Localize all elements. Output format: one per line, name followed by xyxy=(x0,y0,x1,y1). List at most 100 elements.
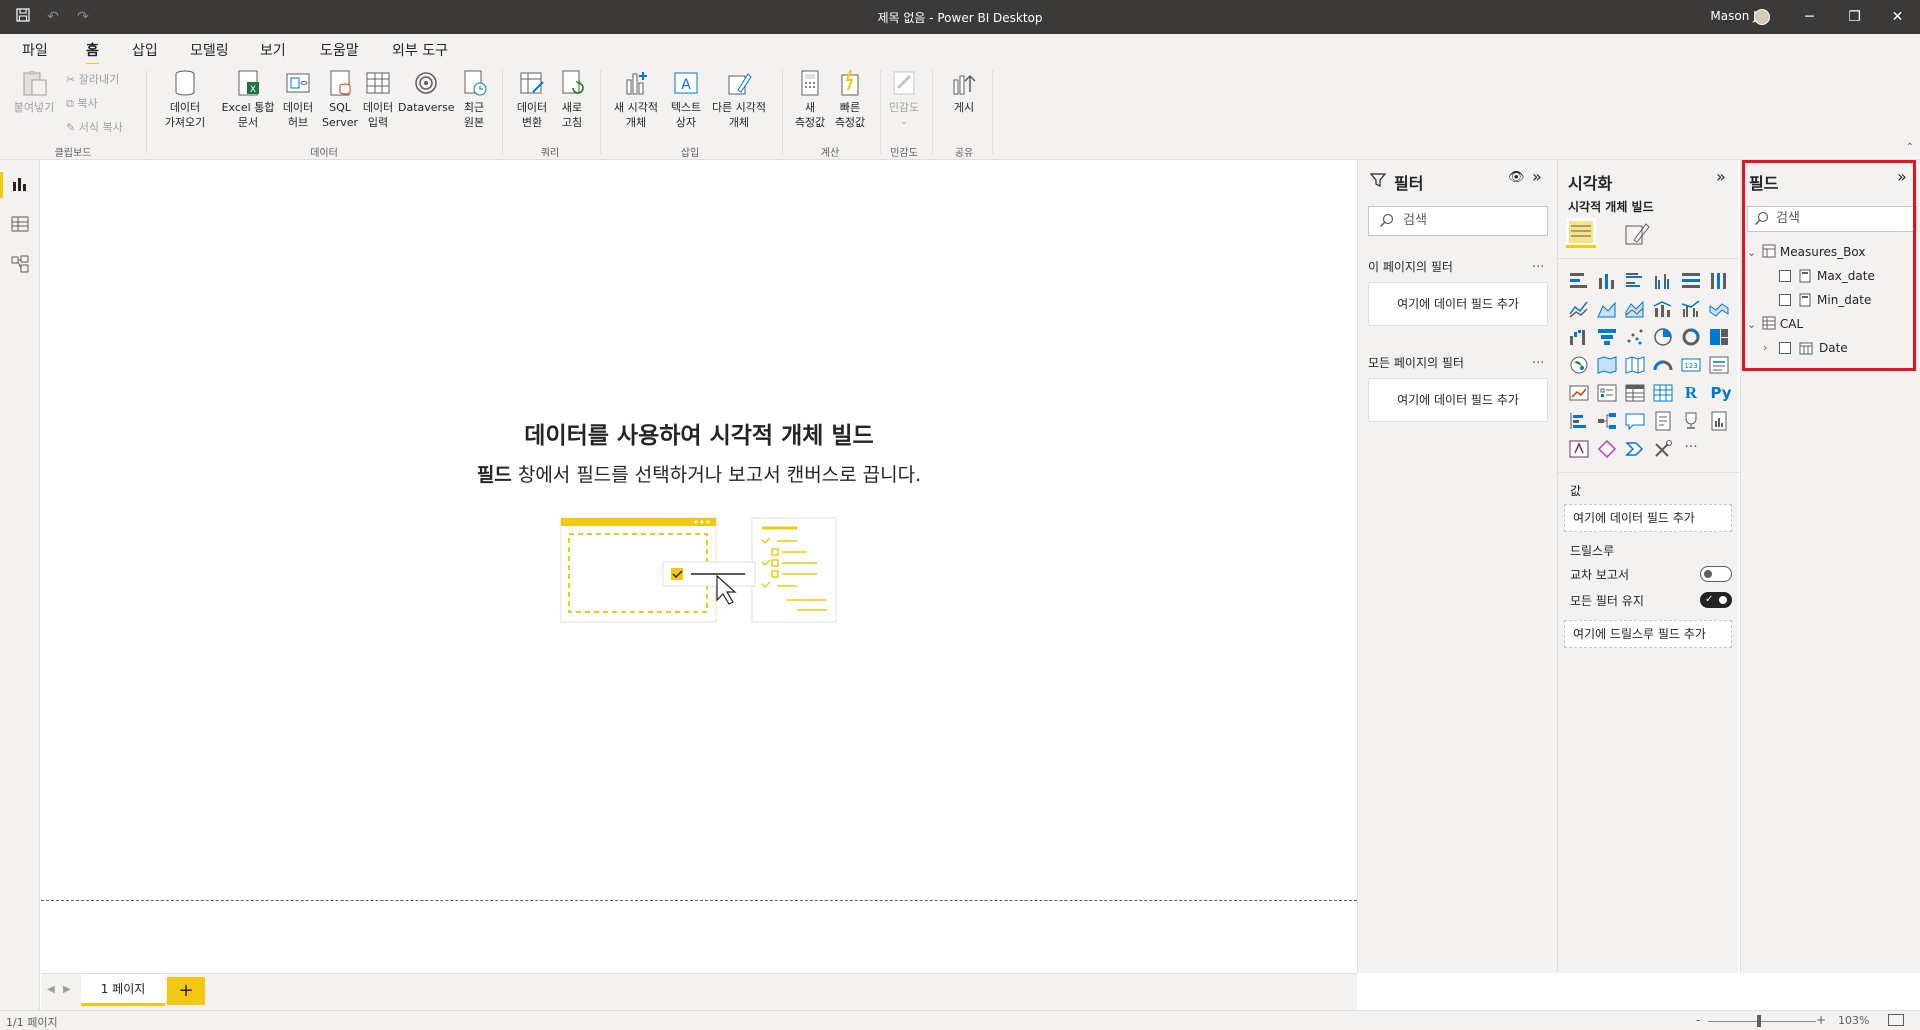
ribbon-chart-icon[interactable] xyxy=(1708,298,1730,320)
textbox-button[interactable]: A 텍스트 상자 xyxy=(666,68,706,130)
key-influencers-icon[interactable] xyxy=(1568,410,1590,432)
avatar[interactable] xyxy=(1754,9,1770,25)
menu-insert[interactable]: 삽입 xyxy=(132,40,158,60)
excel-workbook-button[interactable]: X Excel 통합 문서 xyxy=(218,68,278,130)
quick-measure-button[interactable]: 빠른 측정값 xyxy=(830,68,870,130)
filled-map-icon[interactable] xyxy=(1596,354,1618,376)
recent-sources-button[interactable]: 최근 원본 xyxy=(454,68,494,130)
multi-row-card-icon[interactable] xyxy=(1708,354,1730,376)
collapse-visualizations-icon[interactable]: » xyxy=(1716,167,1726,186)
all-pages-filter-dropzone[interactable]: 여기에 데이터 필드 추가 xyxy=(1368,378,1548,422)
sql-server-button[interactable]: SQL Server xyxy=(320,68,360,130)
transform-data-button[interactable]: 데이터 변환 xyxy=(510,68,554,130)
line-and-stacked-column-icon[interactable] xyxy=(1652,298,1674,320)
new-measure-button[interactable]: 새 측정값 xyxy=(790,68,830,130)
add-page-button[interactable]: + xyxy=(167,977,205,1005)
r-script-visual-icon[interactable]: R xyxy=(1680,382,1702,404)
all-pages-more-icon[interactable]: ... xyxy=(1532,352,1544,367)
card-icon[interactable]: 123 xyxy=(1680,354,1702,376)
slicer-icon[interactable] xyxy=(1596,382,1618,404)
more-visuals-button[interactable]: 다른 시각적 개체 xyxy=(706,68,772,130)
menu-view[interactable]: 보기 xyxy=(260,40,286,60)
model-view-icon[interactable] xyxy=(10,254,30,274)
power-automate-icon[interactable] xyxy=(1596,438,1618,460)
publish-button[interactable]: 게시 xyxy=(944,68,984,115)
paginated-report-icon[interactable] xyxy=(1708,410,1730,432)
refresh-button[interactable]: 새로 고침 xyxy=(554,68,590,130)
close-button[interactable]: ✕ xyxy=(1875,0,1920,34)
data-hub-button[interactable]: 데이터 허브 xyxy=(278,68,318,130)
values-dropzone[interactable]: 여기에 데이터 필드 추가 xyxy=(1564,504,1732,532)
metrics-icon[interactable] xyxy=(1680,410,1702,432)
fit-to-page-icon[interactable] xyxy=(1888,1014,1904,1026)
qna-icon[interactable] xyxy=(1624,410,1646,432)
kpi-icon[interactable] xyxy=(1568,382,1590,404)
menu-external-tools[interactable]: 외부 도구 xyxy=(392,40,448,60)
zoom-in-icon[interactable]: + xyxy=(1816,1013,1826,1027)
eye-icon[interactable]: 👁 xyxy=(1508,170,1525,185)
line-chart-icon[interactable] xyxy=(1568,298,1590,320)
decomposition-tree-icon[interactable] xyxy=(1596,410,1618,432)
scatter-chart-icon[interactable] xyxy=(1624,326,1646,348)
filters-search-input[interactable]: 검색 xyxy=(1368,206,1548,236)
next-page-icon[interactable]: ▶ xyxy=(63,984,71,995)
pie-chart-icon[interactable] xyxy=(1652,326,1674,348)
prev-page-icon[interactable]: ◀ xyxy=(47,984,55,995)
cross-report-toggle[interactable] xyxy=(1700,566,1732,582)
enter-data-button[interactable]: 데이터 입력 xyxy=(358,68,398,130)
donut-chart-icon[interactable] xyxy=(1680,326,1702,348)
tools-icon[interactable] xyxy=(1652,438,1674,460)
100-stacked-column-chart-icon[interactable] xyxy=(1708,270,1730,292)
waterfall-chart-icon[interactable] xyxy=(1568,326,1590,348)
page-tab-1[interactable]: 1 페이지 xyxy=(81,974,165,1006)
funnel-chart-icon[interactable] xyxy=(1596,326,1618,348)
clustered-bar-chart-icon[interactable] xyxy=(1624,270,1646,292)
restore-button[interactable]: ❐ xyxy=(1832,0,1877,34)
this-page-filter-dropzone[interactable]: 여기에 데이터 필드 추가 xyxy=(1368,282,1548,326)
treemap-icon[interactable] xyxy=(1708,326,1730,348)
arrow-flow-icon[interactable] xyxy=(1624,438,1646,460)
build-visual-tab[interactable] xyxy=(1566,218,1596,248)
sensitivity-button[interactable]: 민감도 ⌄ xyxy=(884,68,924,130)
table-visual-icon[interactable] xyxy=(1624,382,1646,404)
shape-map-icon[interactable] xyxy=(1624,354,1646,376)
report-view-icon[interactable] xyxy=(10,174,30,194)
line-and-clustered-column-icon[interactable] xyxy=(1680,298,1702,320)
drillthrough-dropzone[interactable]: 여기에 드릴스루 필드 추가 xyxy=(1564,620,1732,648)
menu-file[interactable]: 파일 xyxy=(22,40,48,60)
smart-narrative-icon[interactable] xyxy=(1652,410,1674,432)
keep-all-filters-toggle[interactable]: ✓ xyxy=(1700,592,1732,608)
format-visual-icon[interactable] xyxy=(1624,220,1650,246)
collapse-ribbon-icon[interactable]: ⌃ xyxy=(1906,142,1914,153)
format-painter-button[interactable]: ✎ 서식 복사 xyxy=(66,120,123,136)
zoom-slider[interactable] xyxy=(1708,1021,1816,1022)
report-canvas[interactable]: 데이터를 사용하여 시각적 개체 빌드 필드 창에서 필드를 선택하거나 보고서… xyxy=(41,160,1357,973)
python-visual-icon[interactable]: Py xyxy=(1708,382,1734,404)
zoom-slider-thumb[interactable] xyxy=(1757,1015,1761,1027)
minimize-button[interactable]: ─ xyxy=(1787,0,1832,34)
menu-help[interactable]: 도움말 xyxy=(320,40,359,60)
map-icon[interactable] xyxy=(1568,354,1590,376)
power-apps-icon[interactable] xyxy=(1568,438,1590,460)
stacked-area-chart-icon[interactable] xyxy=(1624,298,1646,320)
dataverse-button[interactable]: Dataverse xyxy=(398,68,455,115)
menu-modeling[interactable]: 모델링 xyxy=(190,40,229,60)
gauge-icon[interactable] xyxy=(1652,354,1674,376)
cut-button[interactable]: ✂ 잘라내기 xyxy=(66,72,119,88)
100-stacked-bar-chart-icon[interactable] xyxy=(1680,270,1702,292)
stacked-column-chart-icon[interactable] xyxy=(1596,270,1618,292)
zoom-out-icon[interactable]: - xyxy=(1696,1013,1700,1027)
collapse-filters-icon[interactable]: » xyxy=(1532,167,1542,186)
stacked-bar-chart-icon[interactable] xyxy=(1568,270,1590,292)
matrix-icon[interactable] xyxy=(1652,382,1674,404)
more-visuals-ellipsis-icon[interactable]: ··· xyxy=(1680,438,1702,460)
new-visual-button[interactable]: 새 시각적 개체 xyxy=(608,68,664,130)
copy-button[interactable]: ⧉ 복사 xyxy=(66,96,98,112)
menu-home[interactable]: 홈 xyxy=(86,40,99,66)
paste-button[interactable]: 붙여넣기 xyxy=(8,68,60,115)
get-data-button[interactable]: 데이터 가져오기 xyxy=(154,68,216,130)
area-chart-icon[interactable] xyxy=(1596,298,1618,320)
clustered-column-chart-icon[interactable] xyxy=(1652,270,1674,292)
data-view-icon[interactable] xyxy=(10,214,30,234)
this-page-more-icon[interactable]: ... xyxy=(1532,256,1544,271)
